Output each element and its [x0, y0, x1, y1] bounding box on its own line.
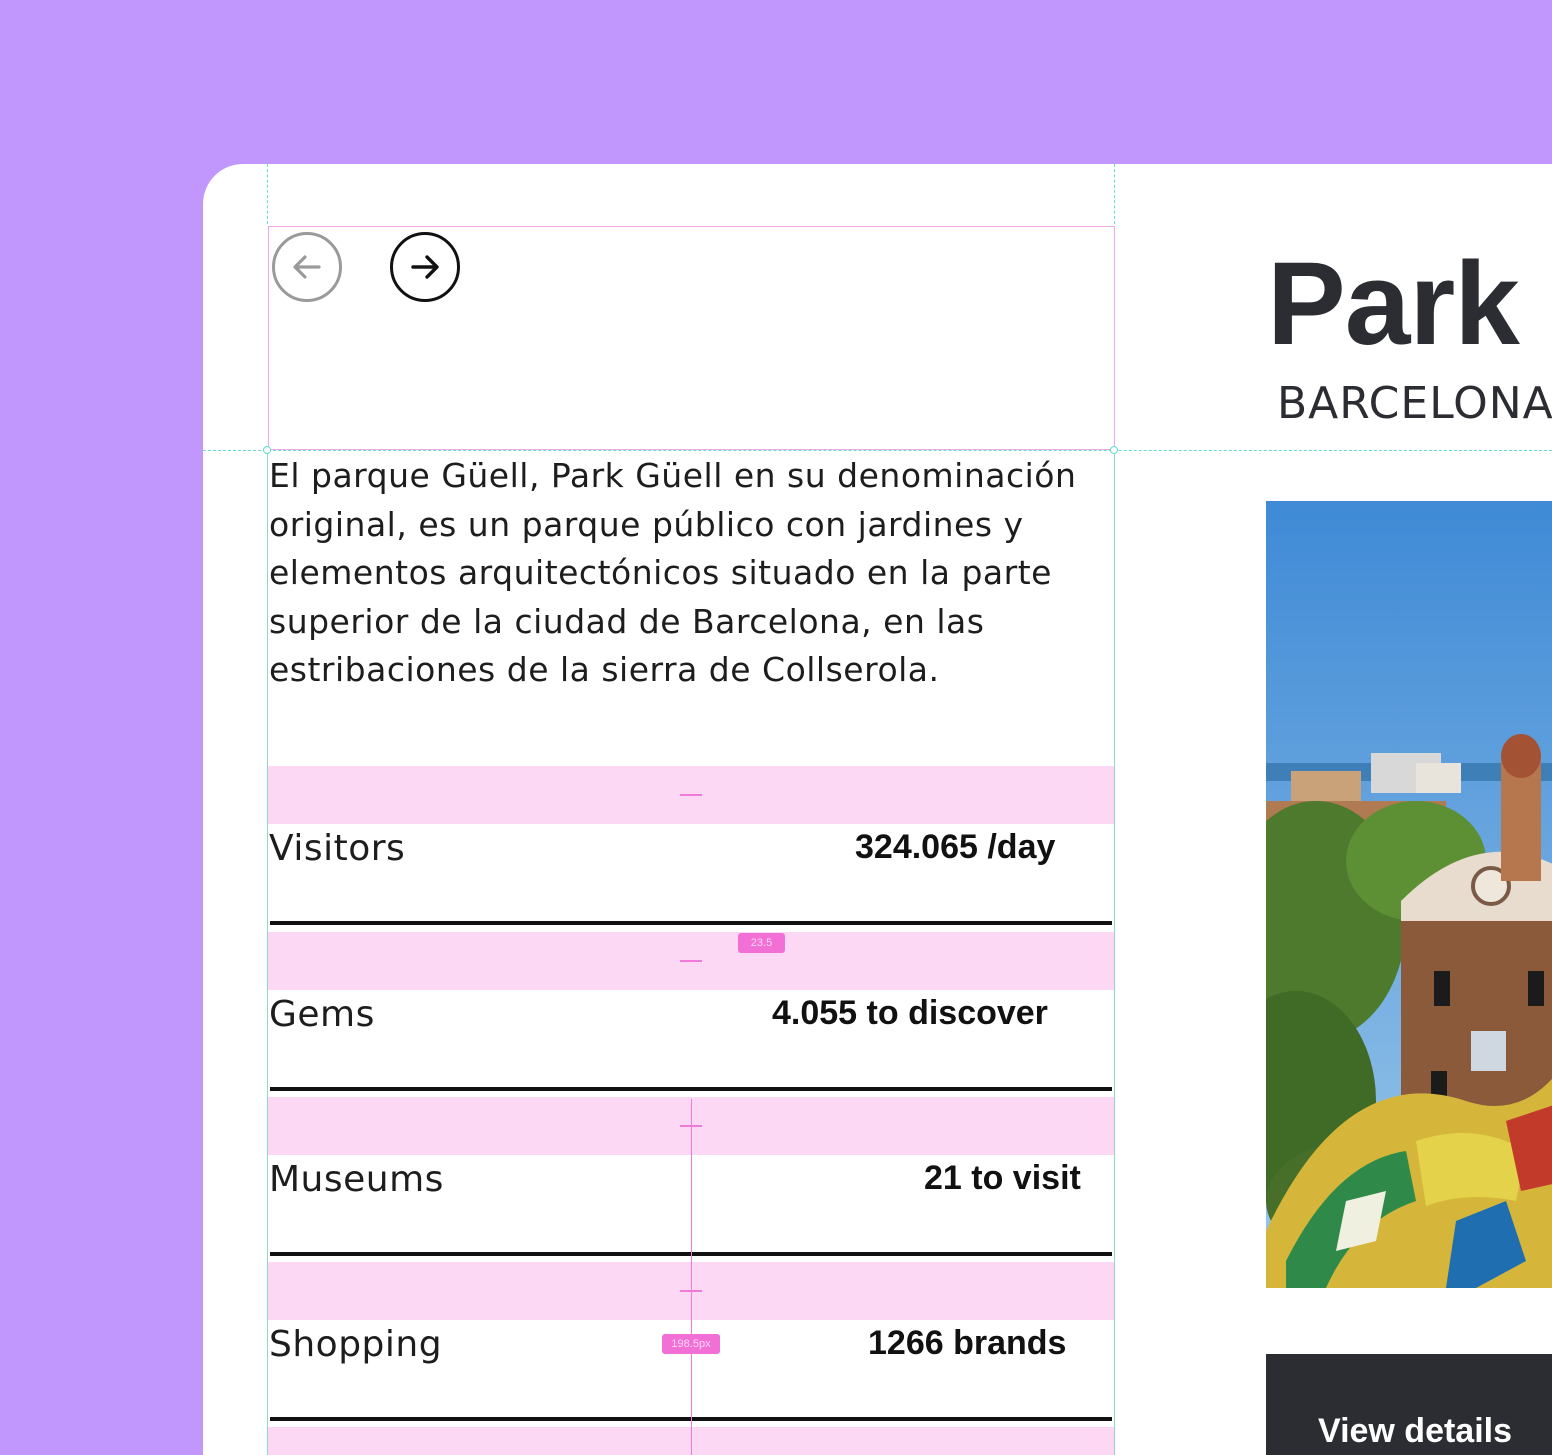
- stat-label: Shopping: [269, 1324, 443, 1365]
- stat-value: 4.055 to discover: [772, 994, 1048, 1032]
- city-subtitle: BARCELONA: [1277, 378, 1552, 429]
- stat-value: 1266 brands: [868, 1324, 1067, 1362]
- vertical-guide: [1114, 164, 1115, 224]
- vertical-guide: [267, 164, 268, 224]
- measurement-line: [691, 1099, 692, 1455]
- spacing-overlay: [268, 932, 1114, 990]
- previous-button[interactable]: [272, 232, 342, 302]
- arrow-left-icon: [293, 255, 321, 279]
- content-card: El parque Güell, Park Güell en su denomi…: [203, 164, 1552, 1455]
- arrow-right-icon: [411, 255, 439, 279]
- divider: [270, 921, 1112, 925]
- stat-label: Museums: [269, 1159, 444, 1200]
- stat-value: 324.065 /day: [855, 828, 1056, 866]
- spacing-overlay: [268, 766, 1114, 824]
- resize-handle[interactable]: [1110, 446, 1118, 454]
- stat-label: Gems: [269, 994, 375, 1035]
- stat-row-visitors: Visitors 324.065 /day: [268, 824, 1114, 930]
- stat-label: Visitors: [269, 828, 406, 869]
- next-button[interactable]: [390, 232, 460, 302]
- stat-row-gems: Gems 4.055 to discover: [268, 990, 1114, 1096]
- view-details-label: View details: [1318, 1412, 1513, 1450]
- divider: [270, 1087, 1112, 1091]
- stat-value: 21 to visit: [924, 1159, 1081, 1197]
- park-guell-photo: [1266, 501, 1552, 1288]
- place-description: El parque Güell, Park Güell en su denomi…: [269, 456, 1077, 689]
- width-measurement-badge: 198.5px: [662, 1334, 720, 1354]
- page-title: Park: [1267, 238, 1520, 370]
- gap-measurement-badge: 23.5: [738, 933, 785, 953]
- view-details-button[interactable]: View details: [1266, 1354, 1552, 1455]
- park-photo: [1266, 501, 1552, 1288]
